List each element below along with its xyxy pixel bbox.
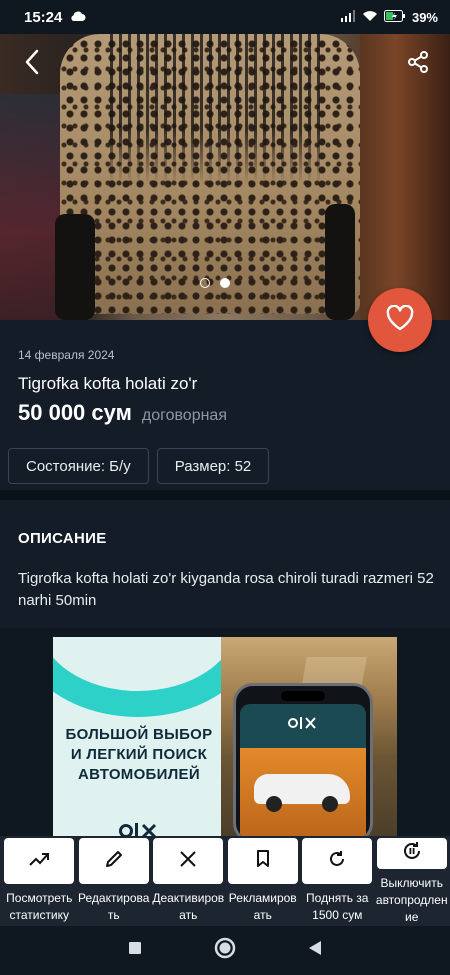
close-icon — [179, 850, 197, 873]
listing-price: 50 000 сум — [18, 400, 132, 425]
description-text: Tigrofka kofta holati zo'r kiyganda rosa… — [18, 570, 434, 609]
refresh-icon — [328, 850, 346, 873]
share-button[interactable] — [398, 44, 438, 84]
home-icon[interactable] — [214, 937, 236, 964]
attribute-chip-condition: Состояние: Б/у — [8, 448, 149, 484]
attribute-chip-size: Размер: 52 — [156, 448, 270, 484]
wifi-icon — [362, 10, 378, 25]
chevron-left-icon — [22, 48, 42, 81]
edit-button[interactable] — [78, 838, 149, 884]
action-bump[interactable]: Поднять за 1500 сум — [302, 836, 373, 926]
action-auto-renew[interactable]: Выключить автопродление — [375, 836, 448, 926]
description-heading: ОПИСАНИЕ — [18, 530, 107, 547]
pagination-dot-active[interactable] — [220, 278, 230, 288]
auto-renew-label: Выключить автопродление — [375, 876, 448, 924]
section-divider — [0, 490, 450, 500]
back-button[interactable] — [12, 44, 52, 84]
bump-button[interactable] — [302, 838, 373, 884]
listing-actions-bar: Посмотреть статистику Редактировать Деак… — [0, 836, 450, 926]
ad-phone-image — [233, 683, 373, 837]
favorite-button[interactable] — [368, 288, 432, 352]
promote-button[interactable] — [227, 838, 298, 884]
view-stats-label: Посмотреть статистику — [6, 891, 73, 922]
recents-icon[interactable] — [128, 941, 142, 960]
cloud-icon — [70, 9, 86, 26]
battery-icon — [383, 9, 406, 25]
system-nav-bar — [0, 926, 450, 975]
status-time: 15:24 — [24, 8, 63, 26]
promote-label: Рекламировать — [228, 891, 297, 922]
share-icon — [406, 50, 430, 79]
pencil-icon — [105, 850, 123, 873]
action-edit[interactable]: Редактировать — [78, 836, 150, 926]
action-promote[interactable]: Рекламировать — [227, 836, 299, 926]
phone-olx-logo — [288, 716, 318, 732]
back-nav-icon[interactable] — [308, 940, 322, 961]
trend-up-icon — [28, 851, 50, 872]
listing-date: 14 февраля 2024 — [18, 348, 115, 362]
photo-pagination — [200, 278, 230, 288]
listing-title: Tigrofka kofta holati zo'r — [18, 374, 198, 393]
description-section: ОПИСАНИЕ Tigrofka kofta holati zo'r kiyg… — [0, 500, 450, 628]
auto-renew-button[interactable] — [376, 838, 447, 869]
ad-section: БОЛЬШОЙ ВЫБОР И ЛЕГКИЙ ПОИСК АВТОМОБИЛЕЙ — [0, 628, 450, 838]
heart-icon — [386, 304, 414, 336]
pagination-dot[interactable] — [200, 278, 210, 288]
bump-label: Поднять за 1500 сум — [306, 891, 369, 922]
negotiable-label: договорная — [141, 407, 227, 424]
ad-logo — [119, 823, 159, 837]
auto-renew-icon — [402, 841, 422, 866]
deactivate-button[interactable] — [153, 838, 224, 884]
view-stats-button[interactable] — [4, 838, 75, 884]
action-deactivate[interactable]: Деактивировать — [152, 836, 225, 926]
ad-banner[interactable]: БОЛЬШОЙ ВЫБОР И ЛЕГКИЙ ПОИСК АВТОМОБИЛЕЙ — [53, 637, 397, 837]
edit-label: Редактировать — [78, 891, 150, 922]
status-bar: 15:24 39% — [0, 0, 450, 34]
battery-percent: 39% — [411, 9, 438, 25]
action-view-stats[interactable]: Посмотреть статистику — [4, 836, 75, 926]
signal-icon — [340, 9, 356, 25]
car-image — [254, 774, 350, 812]
deactivate-label: Деактивировать — [152, 891, 225, 922]
ad-headline: БОЛЬШОЙ ВЫБОР И ЛЕГКИЙ ПОИСК АВТОМОБИЛЕЙ — [65, 726, 213, 783]
bookmark-icon — [256, 849, 270, 873]
